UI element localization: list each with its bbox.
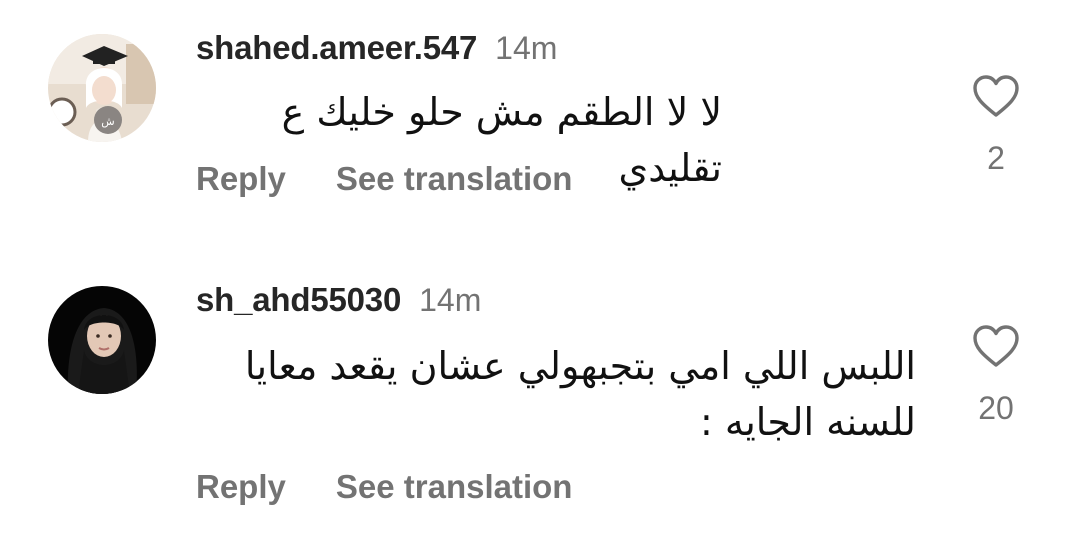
comment-text: اللبس اللي امي بتجبهولي عشان يقعد معايا … (244, 344, 916, 444)
comment-item: sh_ahd55030 14m اللبس اللي امي بتجبهولي ع… (0, 260, 1080, 548)
avatar[interactable]: ش (48, 34, 156, 142)
comment-item: ش shahed.ameer.547 14m لا لا الطقم مش حلو… (0, 0, 1080, 230)
like-count: 20 (978, 390, 1014, 426)
comment-actions: Reply See translation (196, 468, 572, 506)
see-translation-button[interactable]: See translation (336, 468, 573, 505)
svg-text:ش: ش (101, 115, 114, 128)
like-section: 20 (966, 324, 1026, 427)
like-count: 2 (987, 140, 1005, 176)
comment-timestamp: 14m (495, 30, 558, 66)
comment-timestamp: 14m (419, 282, 482, 318)
username[interactable]: sh_ahd55030 (196, 281, 401, 318)
username[interactable]: shahed.ameer.547 (196, 29, 477, 66)
comment-header: shahed.ameer.547 14m (196, 29, 557, 67)
like-section: 2 (966, 74, 1026, 177)
reply-button[interactable]: Reply (196, 468, 286, 505)
avatar[interactable] (48, 286, 156, 394)
comment-actions: Reply See translation (196, 160, 572, 198)
comment-header: sh_ahd55030 14m (196, 281, 481, 319)
heart-outline-icon[interactable] (972, 74, 1020, 118)
reply-button[interactable]: Reply (196, 160, 286, 197)
heart-outline-icon[interactable] (972, 324, 1020, 368)
see-translation-button[interactable]: See translation (336, 160, 573, 197)
